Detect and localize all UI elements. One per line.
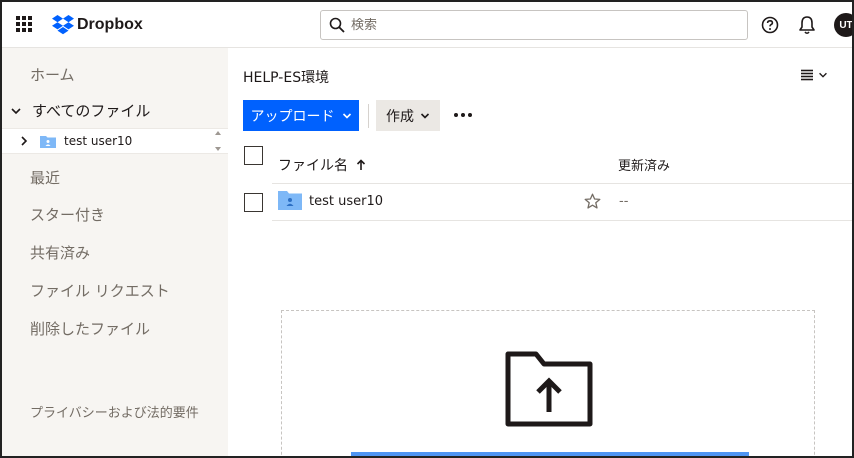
brand-name: Dropbox bbox=[77, 16, 143, 33]
scroll-down-arrow[interactable] bbox=[215, 147, 221, 151]
notifications-icon[interactable] bbox=[798, 15, 816, 35]
row-checkbox[interactable] bbox=[244, 193, 263, 212]
sidebar-item-shared[interactable]: 共有済み bbox=[30, 242, 90, 263]
sidebar: ホーム すべてのファイル test user10 最近 スター付き 共有済み フ… bbox=[2, 48, 228, 456]
file-row-name[interactable]: test user10 bbox=[309, 194, 383, 209]
chevron-right-icon[interactable] bbox=[19, 136, 29, 146]
select-all-checkbox[interactable] bbox=[244, 146, 263, 165]
help-icon[interactable] bbox=[761, 16, 779, 34]
column-header-name-label: ファイル名 bbox=[278, 158, 348, 174]
row-divider bbox=[272, 220, 852, 221]
upload-folder-icon bbox=[505, 351, 593, 427]
chevron-down-icon bbox=[819, 72, 827, 78]
main-content: HELP-ES環境 アップロード 作成 ファイル名 更新済み test user… bbox=[228, 48, 852, 456]
scroll-up-arrow[interactable] bbox=[215, 131, 221, 135]
sidebar-item-file-requests[interactable]: ファイル リクエスト bbox=[30, 280, 170, 301]
sidebar-item-starred[interactable]: スター付き bbox=[30, 204, 105, 225]
more-options-icon[interactable] bbox=[454, 110, 472, 120]
toolbar-divider bbox=[368, 104, 369, 128]
search-box[interactable] bbox=[320, 10, 748, 40]
sidebar-item-label: すべてのファイル bbox=[32, 102, 151, 120]
search-input[interactable] bbox=[351, 17, 731, 33]
sidebar-item-all-files[interactable]: すべてのファイル bbox=[10, 100, 150, 121]
app-grid-icon[interactable] bbox=[16, 16, 32, 32]
folder-tree: test user10 bbox=[2, 128, 228, 154]
create-button-label: 作成 bbox=[386, 108, 414, 125]
sort-ascending-icon bbox=[356, 159, 366, 170]
view-toggle[interactable] bbox=[800, 68, 829, 82]
sidebar-item-deleted-files[interactable]: 削除したファイル bbox=[30, 318, 150, 339]
shared-folder-icon bbox=[40, 136, 56, 148]
dropbox-icon bbox=[52, 15, 74, 35]
chevron-down-icon bbox=[342, 112, 351, 119]
app-window: Dropbox UT ホーム すべてのファイル bbox=[0, 0, 854, 458]
chevron-down-icon bbox=[11, 107, 21, 114]
file-row-modified: -- bbox=[619, 194, 629, 209]
upload-button-label: アップロード bbox=[250, 108, 335, 125]
upload-button[interactable]: アップロード bbox=[243, 100, 359, 131]
upload-drop-zone[interactable] bbox=[281, 310, 815, 456]
chevron-down-icon bbox=[420, 112, 430, 119]
dropbox-logo[interactable]: Dropbox bbox=[52, 14, 143, 36]
page-title: HELP-ES環境 bbox=[243, 70, 330, 86]
header-divider bbox=[272, 183, 852, 184]
create-button[interactable]: 作成 bbox=[376, 100, 440, 131]
drop-zone-message-bar bbox=[351, 452, 749, 456]
privacy-link[interactable]: プライバシーおよび法的要件 bbox=[30, 404, 208, 424]
shared-folder-icon bbox=[278, 191, 302, 210]
column-header-modified[interactable]: 更新済み bbox=[618, 155, 670, 174]
star-icon[interactable] bbox=[584, 193, 601, 210]
search-icon bbox=[329, 17, 345, 33]
top-bar: Dropbox UT bbox=[2, 2, 852, 48]
sidebar-item-recent[interactable]: 最近 bbox=[30, 167, 60, 188]
column-header-name[interactable]: ファイル名 bbox=[278, 155, 366, 175]
list-view-icon bbox=[801, 69, 813, 81]
sidebar-item-home[interactable]: ホーム bbox=[30, 64, 75, 85]
user-avatar[interactable]: UT bbox=[834, 13, 852, 37]
tree-item-label[interactable]: test user10 bbox=[64, 134, 132, 148]
